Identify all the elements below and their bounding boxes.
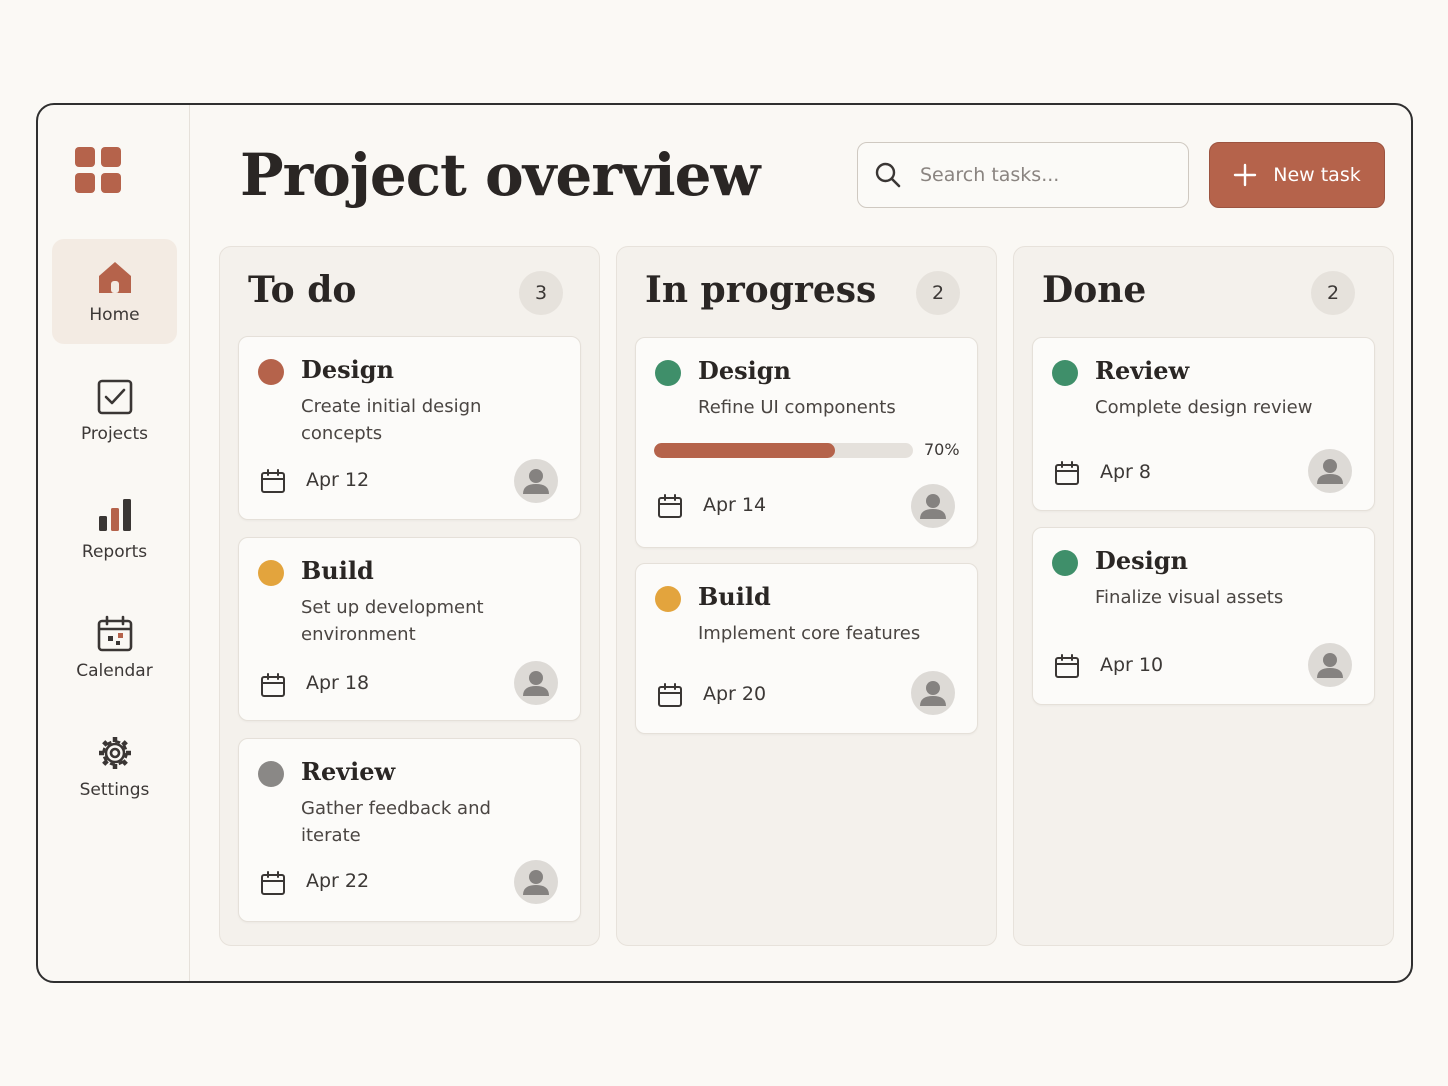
sidebar-item-label: Calendar (76, 660, 153, 681)
avatar[interactable] (911, 484, 955, 528)
task-description: Complete design review (1095, 397, 1313, 418)
new-task-button[interactable]: New task (1209, 142, 1385, 208)
gear-icon (98, 736, 131, 769)
avatar[interactable] (514, 661, 558, 705)
task-title: Build (301, 556, 374, 585)
task-card[interactable]: Review Gather feedback and iterate Apr 2… (238, 738, 581, 922)
sidebar-item-label: Projects (80, 423, 149, 444)
progress-bar (654, 443, 913, 458)
sidebar-item-label: Settings (79, 779, 150, 800)
task-title: Build (698, 582, 771, 611)
avatar[interactable] (514, 860, 558, 904)
due-date: Apr 20 (703, 683, 767, 705)
user-icon (920, 681, 946, 706)
user-icon (1317, 653, 1343, 678)
app-window: Home Projects Reports Calendar Settings … (36, 103, 1413, 983)
status-dot (1052, 550, 1078, 576)
calendar-icon (261, 469, 285, 493)
new-task-label: New task (1273, 164, 1361, 186)
status-dot (258, 560, 284, 586)
sidebar-item-calendar[interactable]: Calendar (52, 595, 177, 700)
task-title: Review (301, 757, 396, 786)
user-icon (1317, 459, 1343, 484)
sidebar-item-projects[interactable]: Projects (52, 358, 177, 463)
calendar-icon (658, 494, 682, 518)
due-date: Apr 22 (306, 870, 370, 892)
column-title: In progress (645, 269, 877, 311)
task-card[interactable]: Build Implement core features Apr 20 (635, 563, 978, 734)
avatar[interactable] (514, 459, 558, 503)
sidebar: Home Projects Reports Calendar Settings (38, 105, 190, 981)
status-dot (655, 360, 681, 386)
calendar-icon (1055, 461, 1079, 485)
column-todo: To do 3 Design Create initial design con… (219, 246, 600, 946)
status-dot (655, 586, 681, 612)
column-count-badge: 2 (1311, 271, 1355, 315)
task-description: Gather feedback and iterate (301, 798, 491, 846)
task-card[interactable]: Design Finalize visual assets Apr 10 (1032, 527, 1375, 705)
task-title: Design (301, 355, 394, 384)
sidebar-item-label: Home (89, 304, 140, 325)
task-card[interactable]: Design Create initial design concepts Ap… (238, 336, 581, 520)
due-date: Apr 18 (306, 672, 370, 694)
search-input[interactable] (920, 164, 1160, 186)
calendar-icon (261, 871, 285, 895)
status-dot (258, 761, 284, 787)
status-dot (1052, 360, 1078, 386)
task-title: Design (698, 356, 791, 385)
plus-icon (1234, 163, 1257, 187)
calendar-icon (1055, 654, 1079, 678)
task-title: Design (1095, 546, 1188, 575)
sidebar-item-reports[interactable]: Reports (52, 476, 177, 581)
sidebar-item-label: Reports (81, 541, 148, 562)
task-description: Finalize visual assets (1095, 587, 1284, 608)
bar-chart-icon (98, 498, 131, 531)
progress-fill (654, 443, 836, 458)
search-box[interactable] (857, 142, 1189, 208)
app-logo-icon[interactable] (75, 147, 121, 193)
calendar-icon (658, 683, 682, 707)
avatar[interactable] (1308, 643, 1352, 687)
task-description: Set up development environment (301, 597, 484, 645)
task-card[interactable]: Build Set up development environment Apr… (238, 537, 581, 721)
task-card[interactable]: Review Complete design review Apr 8 (1032, 337, 1375, 511)
column-count-badge: 3 (519, 271, 563, 315)
task-description: Implement core features (698, 623, 921, 644)
task-card[interactable]: Design Refine UI components 70% Apr 14 (635, 337, 978, 548)
calendar-icon (261, 673, 285, 697)
due-date: Apr 12 (306, 469, 370, 491)
due-date: Apr 8 (1100, 461, 1151, 483)
checkbox-icon (97, 379, 132, 414)
column-in-progress: In progress 2 Design Refine UI component… (616, 246, 997, 946)
user-icon (523, 870, 549, 895)
column-title: To do (248, 269, 357, 311)
user-icon (920, 494, 946, 519)
due-date: Apr 10 (1100, 654, 1164, 676)
status-dot (258, 359, 284, 385)
column-title: Done (1042, 269, 1147, 311)
sidebar-item-home[interactable]: Home (52, 239, 177, 344)
due-date: Apr 14 (703, 494, 767, 516)
page-title: Project overview (240, 141, 760, 209)
task-description: Refine UI components (698, 397, 896, 418)
search-icon (875, 162, 901, 188)
column-done: Done 2 Review Complete design review Apr… (1013, 246, 1394, 946)
progress-label: 70% (924, 440, 960, 459)
column-count-badge: 2 (916, 271, 960, 315)
sidebar-item-settings[interactable]: Settings (52, 714, 177, 819)
task-title: Review (1095, 356, 1190, 385)
user-icon (523, 671, 549, 696)
avatar[interactable] (1308, 449, 1352, 493)
user-icon (523, 469, 549, 494)
calendar-icon (97, 615, 132, 651)
home-icon (98, 261, 131, 293)
avatar[interactable] (911, 671, 955, 715)
task-description: Create initial design concepts (301, 396, 482, 444)
